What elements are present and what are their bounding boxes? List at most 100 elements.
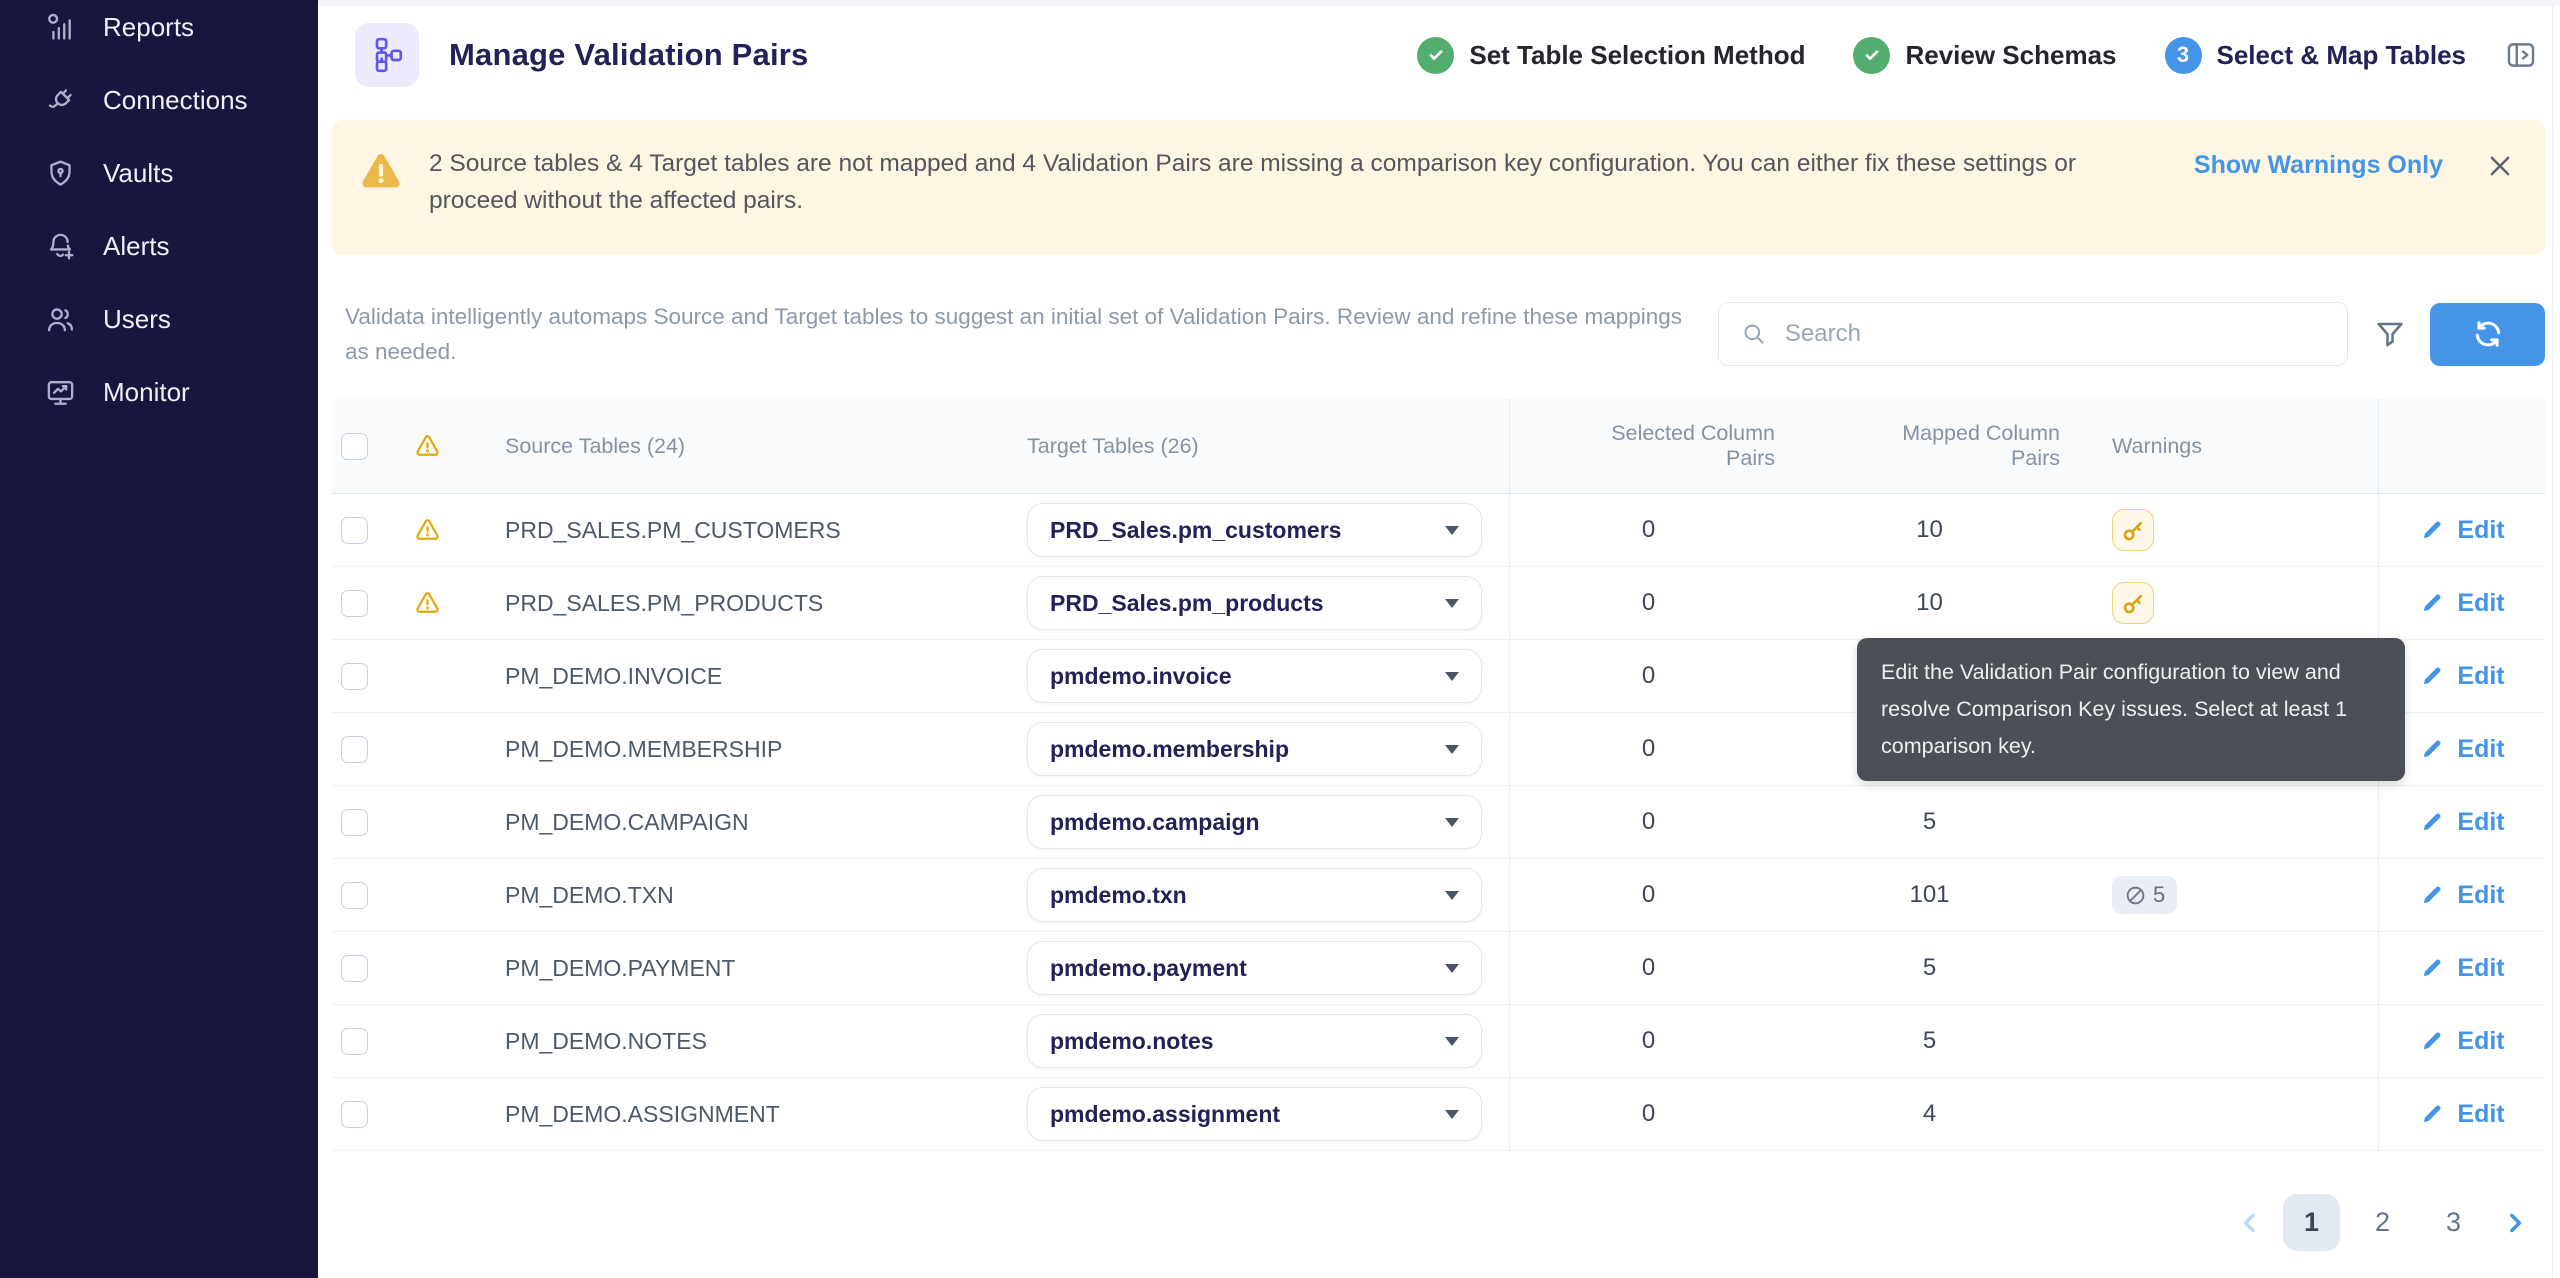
pencil-icon bbox=[2419, 663, 2445, 689]
chevron-down-icon bbox=[1445, 818, 1459, 827]
comparison-key-warning-badge[interactable] bbox=[2112, 582, 2154, 624]
mapped-column-pairs-value: 101 bbox=[1909, 881, 1949, 909]
edit-button-label: Edit bbox=[2457, 1027, 2504, 1056]
target-table-dropdown[interactable]: PRD_Sales.pm_products bbox=[1027, 576, 1482, 630]
table-toolbar: Validata intelligently automaps Source a… bbox=[332, 299, 2545, 369]
search-input[interactable] bbox=[1785, 320, 2325, 348]
key-icon bbox=[2121, 518, 2146, 543]
filter-icon[interactable] bbox=[2374, 318, 2406, 350]
comparison-key-tooltip: Edit the Validation Pair configuration t… bbox=[1857, 638, 2405, 781]
selected-column-pairs-value: 0 bbox=[1642, 1100, 1655, 1128]
comparison-key-warning-badge[interactable] bbox=[2112, 509, 2154, 551]
row-checkbox[interactable] bbox=[341, 663, 368, 690]
target-table-dropdown[interactable]: pmdemo.membership bbox=[1027, 722, 1482, 776]
close-icon[interactable] bbox=[2485, 151, 2515, 181]
column-header-warnings[interactable]: Warnings bbox=[2072, 399, 2378, 493]
selected-column-pairs-value: 0 bbox=[1642, 735, 1655, 763]
main-content: Manage Validation Pairs Set Table Select… bbox=[318, 0, 2560, 1278]
target-table-dropdown[interactable]: pmdemo.invoice bbox=[1027, 649, 1482, 703]
previous-page-icon[interactable] bbox=[2231, 1208, 2269, 1238]
next-page-icon[interactable] bbox=[2496, 1208, 2534, 1238]
panel-toggle-icon[interactable] bbox=[2504, 38, 2538, 72]
row-checkbox[interactable] bbox=[341, 1101, 368, 1128]
source-table-name: PM_DEMO.TXN bbox=[505, 882, 674, 909]
step-done-check-icon bbox=[1417, 37, 1454, 74]
mapped-column-pairs-value: 5 bbox=[1923, 1027, 1936, 1055]
source-table-name: PRD_SALES.PM_PRODUCTS bbox=[505, 590, 823, 617]
edit-button[interactable]: Edit bbox=[2419, 662, 2504, 691]
bell-plus-icon bbox=[45, 231, 76, 262]
row-warning-icon bbox=[414, 590, 441, 617]
edit-button[interactable]: Edit bbox=[2419, 1027, 2504, 1056]
selected-column-pairs-value: 0 bbox=[1642, 954, 1655, 982]
selected-column-pairs-value: 0 bbox=[1642, 1027, 1655, 1055]
step-review-schemas[interactable]: Review Schemas bbox=[1853, 37, 2116, 74]
show-warnings-only-link[interactable]: Show Warnings Only bbox=[2194, 151, 2443, 180]
chevron-down-icon bbox=[1445, 891, 1459, 900]
sidebar-item-connections[interactable]: Connections bbox=[0, 64, 318, 137]
selected-column-pairs-value: 0 bbox=[1642, 808, 1655, 836]
edit-button[interactable]: Edit bbox=[2419, 589, 2504, 618]
target-table-dropdown[interactable]: pmdemo.notes bbox=[1027, 1014, 1482, 1068]
sidebar-item-label: Vaults bbox=[103, 158, 173, 189]
row-checkbox[interactable] bbox=[341, 1028, 368, 1055]
target-table-dropdown[interactable]: pmdemo.assignment bbox=[1027, 1087, 1482, 1141]
target-table-dropdown[interactable]: pmdemo.txn bbox=[1027, 868, 1482, 922]
source-table-name: PM_DEMO.ASSIGNMENT bbox=[505, 1101, 780, 1128]
page-button-1[interactable]: 1 bbox=[2283, 1194, 2340, 1251]
edit-button[interactable]: Edit bbox=[2419, 881, 2504, 910]
sidebar-item-users[interactable]: Users bbox=[0, 283, 318, 356]
step-number-badge: 3 bbox=[2165, 37, 2202, 74]
column-header-target-tables[interactable]: Target Tables (26) bbox=[1027, 399, 1509, 493]
edit-button[interactable]: Edit bbox=[2419, 808, 2504, 837]
source-table-name: PM_DEMO.MEMBERSHIP bbox=[505, 736, 782, 763]
sidebar-item-alerts[interactable]: Alerts bbox=[0, 210, 318, 283]
row-checkbox[interactable] bbox=[341, 809, 368, 836]
step-select-map-tables[interactable]: 3 Select & Map Tables bbox=[2165, 37, 2467, 74]
page-title: Manage Validation Pairs bbox=[449, 37, 809, 73]
page-button-2[interactable]: 2 bbox=[2354, 1194, 2411, 1251]
sidebar-item-vaults[interactable]: Vaults bbox=[0, 137, 318, 210]
target-table-selected-value: pmdemo.assignment bbox=[1050, 1101, 1445, 1128]
refresh-button[interactable] bbox=[2430, 303, 2545, 366]
edit-button[interactable]: Edit bbox=[2419, 954, 2504, 983]
edit-button[interactable]: Edit bbox=[2419, 735, 2504, 764]
excluded-columns-badge: 5 bbox=[2112, 876, 2177, 914]
edit-button[interactable]: Edit bbox=[2419, 516, 2504, 545]
selected-column-pairs-value: 0 bbox=[1642, 881, 1655, 909]
mapped-column-pairs-value: 4 bbox=[1923, 1100, 1936, 1128]
target-table-selected-value: pmdemo.txn bbox=[1050, 882, 1445, 909]
target-table-dropdown[interactable]: pmdemo.campaign bbox=[1027, 795, 1482, 849]
sidebar-item-reports[interactable]: Reports bbox=[0, 0, 318, 64]
mapped-column-pairs-value: 10 bbox=[1916, 589, 1943, 617]
select-all-checkbox[interactable] bbox=[341, 433, 368, 460]
step-set-table-selection-method[interactable]: Set Table Selection Method bbox=[1417, 37, 1805, 74]
column-header-mapped-column-pairs[interactable]: Mapped Column Pairs bbox=[1787, 399, 2072, 493]
table-row: PM_DEMO.PAYMENT pmdemo.payment 0 5 Edit bbox=[332, 932, 2545, 1005]
row-checkbox[interactable] bbox=[341, 590, 368, 617]
row-checkbox[interactable] bbox=[341, 517, 368, 544]
selected-column-pairs-value: 0 bbox=[1642, 589, 1655, 617]
pencil-icon bbox=[2419, 1028, 2445, 1054]
warning-banner-message: 2 Source tables & 4 Target tables are no… bbox=[429, 145, 2144, 219]
target-table-dropdown[interactable]: pmdemo.payment bbox=[1027, 941, 1482, 995]
chevron-down-icon bbox=[1445, 672, 1459, 681]
column-header-source-tables[interactable]: Source Tables (24) bbox=[462, 399, 1027, 493]
column-header-selected-column-pairs[interactable]: Selected Column Pairs bbox=[1509, 399, 1787, 493]
pencil-icon bbox=[2419, 736, 2445, 762]
row-checkbox[interactable] bbox=[341, 955, 368, 982]
chevron-down-icon bbox=[1445, 1037, 1459, 1046]
row-checkbox[interactable] bbox=[341, 736, 368, 763]
target-table-selected-value: pmdemo.notes bbox=[1050, 1028, 1445, 1055]
scroll-gutter-divider bbox=[2552, 6, 2553, 1278]
target-table-selected-value: pmdemo.payment bbox=[1050, 955, 1445, 982]
edit-button-label: Edit bbox=[2457, 516, 2504, 545]
table-body: PRD_SALES.PM_CUSTOMERS PRD_Sales.pm_cust… bbox=[332, 494, 2545, 1151]
page-button-3[interactable]: 3 bbox=[2425, 1194, 2482, 1251]
sidebar-item-monitor[interactable]: Monitor bbox=[0, 356, 318, 429]
edit-button[interactable]: Edit bbox=[2419, 1100, 2504, 1129]
row-checkbox[interactable] bbox=[341, 882, 368, 909]
search-box bbox=[1718, 302, 2348, 366]
target-table-selected-value: pmdemo.campaign bbox=[1050, 809, 1445, 836]
target-table-dropdown[interactable]: PRD_Sales.pm_customers bbox=[1027, 503, 1482, 557]
